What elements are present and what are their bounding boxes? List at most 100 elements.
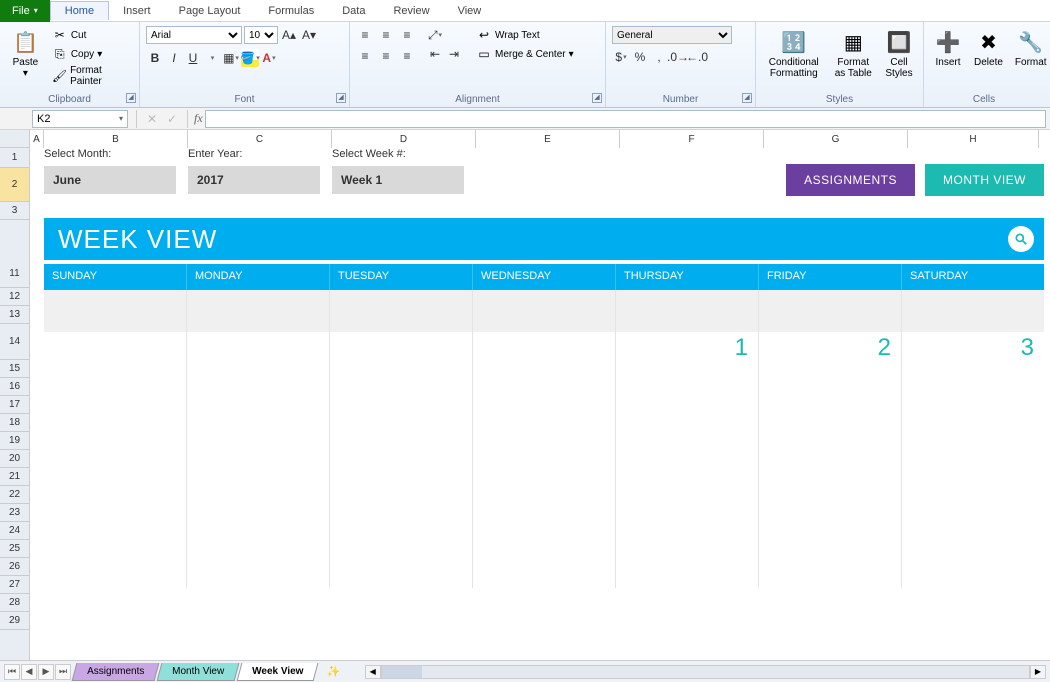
- col-header-h[interactable]: H: [908, 130, 1039, 148]
- merge-center-button[interactable]: ▭Merge & Center ▾: [473, 45, 577, 63]
- tab-page-layout[interactable]: Page Layout: [165, 2, 255, 20]
- name-box[interactable]: K2: [32, 110, 128, 128]
- row-header-25[interactable]: 25: [0, 540, 29, 558]
- conditional-formatting-button[interactable]: 🔢Conditional Formatting: [762, 26, 826, 81]
- insert-cells-button[interactable]: ➕Insert: [930, 26, 966, 70]
- week-selector[interactable]: Week 1: [332, 166, 464, 194]
- copy-button[interactable]: ⎘Copy ▾: [49, 45, 133, 63]
- col-header-f[interactable]: F: [620, 130, 764, 148]
- date-cell-6[interactable]: 3: [902, 332, 1044, 368]
- font-color-button[interactable]: A: [260, 49, 278, 67]
- file-tab[interactable]: File: [0, 0, 50, 22]
- align-middle-button[interactable]: ≡: [377, 26, 395, 44]
- row-header-11[interactable]: 11: [0, 260, 29, 288]
- col-header-a[interactable]: A: [30, 130, 44, 148]
- tab-data[interactable]: Data: [328, 2, 379, 20]
- tab-home[interactable]: Home: [50, 1, 109, 20]
- font-name-select[interactable]: Arial: [146, 26, 242, 44]
- select-all-corner[interactable]: [0, 130, 30, 148]
- format-cells-button[interactable]: 🔧Format: [1011, 26, 1050, 70]
- decrease-font-button[interactable]: A▾: [300, 26, 318, 44]
- bold-button[interactable]: B: [146, 49, 164, 67]
- col-header-b[interactable]: B: [44, 130, 188, 148]
- underline-dropdown[interactable]: [203, 49, 221, 67]
- tab-view[interactable]: View: [444, 2, 496, 20]
- paste-button[interactable]: 📋 Paste ▾: [6, 26, 45, 81]
- col-wed[interactable]: [473, 368, 616, 588]
- fx-label[interactable]: fx: [194, 111, 203, 126]
- increase-font-button[interactable]: A▴: [280, 26, 298, 44]
- scroll-thumb[interactable]: [382, 666, 422, 678]
- col-fri[interactable]: [759, 368, 902, 588]
- italic-button[interactable]: I: [165, 49, 183, 67]
- row-header-23[interactable]: 23: [0, 504, 29, 522]
- date-cell-5[interactable]: 2: [759, 332, 902, 368]
- alignment-dialog-launcher[interactable]: ◢: [592, 93, 602, 103]
- increase-decimal-button[interactable]: .0→: [669, 48, 687, 66]
- format-painter-button[interactable]: 🖌Format Painter: [49, 64, 133, 88]
- date-cell-2[interactable]: [330, 332, 473, 368]
- col-tue[interactable]: [330, 368, 473, 588]
- row-header-3[interactable]: 3: [0, 202, 29, 220]
- formula-input[interactable]: [205, 110, 1046, 128]
- date-cell-4[interactable]: 1: [616, 332, 759, 368]
- wrap-text-button[interactable]: ↩Wrap Text: [473, 26, 577, 44]
- align-center-button[interactable]: ≡: [377, 47, 395, 65]
- row-header-26[interactable]: 26: [0, 558, 29, 576]
- cut-button[interactable]: ✂Cut: [49, 26, 133, 44]
- row-header-13[interactable]: 13: [0, 306, 29, 324]
- clipboard-dialog-launcher[interactable]: ◢: [126, 93, 136, 103]
- scroll-left-button[interactable]: ◀: [365, 665, 381, 679]
- row-header-19[interactable]: 19: [0, 432, 29, 450]
- tab-insert[interactable]: Insert: [109, 2, 165, 20]
- row-header-16[interactable]: 16: [0, 378, 29, 396]
- new-sheet-button[interactable]: ✨: [323, 664, 345, 680]
- col-header-d[interactable]: D: [332, 130, 476, 148]
- align-right-button[interactable]: ≡: [398, 47, 416, 65]
- month-selector[interactable]: June: [44, 166, 176, 194]
- number-format-select[interactable]: General: [612, 26, 732, 44]
- sheet-nav-next[interactable]: ▶: [38, 664, 54, 680]
- col-header-e[interactable]: E: [476, 130, 620, 148]
- comma-format-button[interactable]: ,: [650, 48, 668, 66]
- row-header-21[interactable]: 21: [0, 468, 29, 486]
- number-dialog-launcher[interactable]: ◢: [742, 93, 752, 103]
- sheet-nav-prev[interactable]: ◀: [21, 664, 37, 680]
- row-header-17[interactable]: 17: [0, 396, 29, 414]
- row-header-28[interactable]: 28: [0, 594, 29, 612]
- sheet-nav-last[interactable]: ⏭: [55, 664, 71, 680]
- cancel-formula-button[interactable]: ✕: [143, 110, 161, 128]
- align-top-button[interactable]: ≡: [356, 26, 374, 44]
- col-thu[interactable]: [616, 368, 759, 588]
- sheet-nav-first[interactable]: ⏮: [4, 664, 20, 680]
- col-header-g[interactable]: G: [764, 130, 908, 148]
- row-header-14[interactable]: 14: [0, 324, 29, 360]
- accounting-format-button[interactable]: $: [612, 48, 630, 66]
- font-dialog-launcher[interactable]: ◢: [336, 93, 346, 103]
- col-sat[interactable]: [902, 368, 1044, 588]
- year-selector[interactable]: 2017: [188, 166, 320, 194]
- orientation-button[interactable]: ⤢: [426, 26, 444, 44]
- horizontal-scrollbar[interactable]: ◀ ▶: [365, 665, 1046, 679]
- delete-cells-button[interactable]: ✖Delete: [970, 26, 1007, 70]
- row-header-24[interactable]: 24: [0, 522, 29, 540]
- fill-color-button[interactable]: 🪣: [241, 49, 259, 67]
- sheet-tab-assignments[interactable]: Assignments: [72, 663, 160, 681]
- enter-formula-button[interactable]: ✓: [163, 110, 181, 128]
- row-header-27[interactable]: 27: [0, 576, 29, 594]
- assignments-button[interactable]: ASSIGNMENTS: [786, 164, 915, 196]
- date-cell-3[interactable]: [473, 332, 616, 368]
- date-cell-0[interactable]: [44, 332, 187, 368]
- underline-button[interactable]: U: [184, 49, 202, 67]
- search-icon[interactable]: [1008, 226, 1034, 252]
- row-header-12[interactable]: 12: [0, 288, 29, 306]
- col-mon[interactable]: [187, 368, 330, 588]
- font-size-select[interactable]: 10: [244, 26, 278, 44]
- align-bottom-button[interactable]: ≡: [398, 26, 416, 44]
- align-left-button[interactable]: ≡: [356, 47, 374, 65]
- scroll-right-button[interactable]: ▶: [1030, 665, 1046, 679]
- row-header-15[interactable]: 15: [0, 360, 29, 378]
- row-header-2[interactable]: 2: [0, 168, 29, 202]
- cell-styles-button[interactable]: 🔲Cell Styles: [881, 26, 917, 81]
- row-header-1[interactable]: 1: [0, 148, 29, 168]
